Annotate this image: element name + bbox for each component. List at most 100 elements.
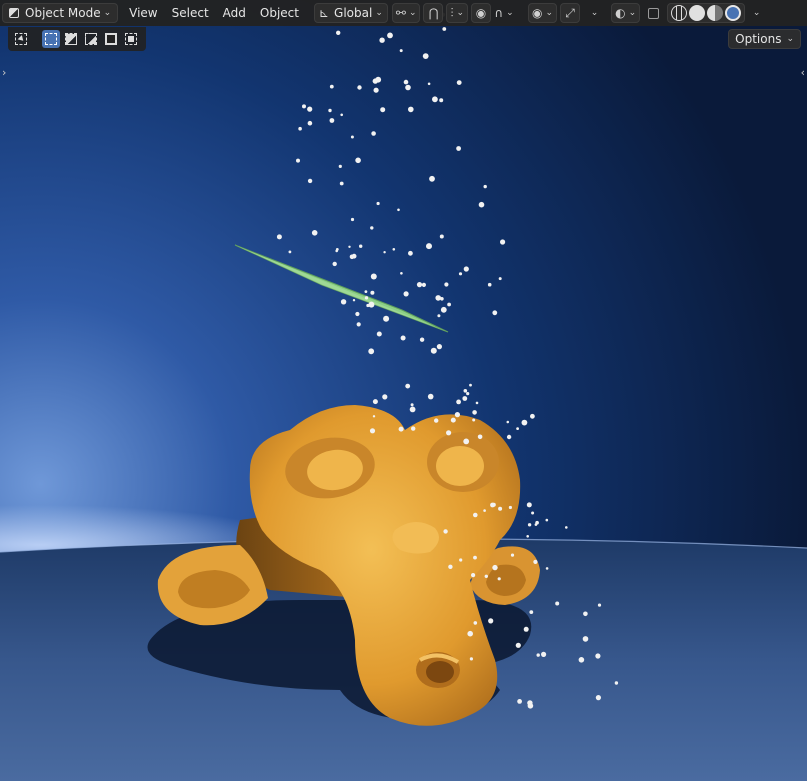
snap-target-button[interactable]: ⫶ ⌄ <box>446 3 469 23</box>
particle <box>366 303 370 308</box>
particle <box>403 291 409 297</box>
particle <box>397 208 400 212</box>
particle <box>541 651 547 658</box>
select-intersect-icon <box>125 33 137 45</box>
particle <box>373 87 379 93</box>
orientation-label: Global <box>334 6 373 20</box>
options-dropdown[interactable]: Options ⌄ <box>728 29 801 49</box>
select-new-button[interactable] <box>42 30 60 48</box>
particle <box>376 331 382 337</box>
particle <box>372 78 378 84</box>
particle <box>456 146 461 151</box>
particle <box>436 344 442 350</box>
menu-object[interactable]: Object <box>253 3 306 23</box>
shading-selector <box>667 3 746 23</box>
particle <box>565 526 568 529</box>
shading-wireframe-icon[interactable] <box>671 5 688 21</box>
shading-solid-icon[interactable] <box>689 5 706 21</box>
sidebar-expand-arrow-icon[interactable]: ‹ <box>801 66 805 79</box>
particle <box>526 502 532 508</box>
particle <box>516 427 519 430</box>
particle <box>469 657 473 661</box>
particle <box>471 573 476 578</box>
particle <box>447 302 451 307</box>
select-extend-button[interactable] <box>62 30 80 48</box>
particle <box>383 315 390 322</box>
gizmo-dropdown[interactable]: ⌄ <box>583 3 603 23</box>
chevron-down-icon: ⌄ <box>590 8 599 18</box>
pivot-icon: ⚯ <box>395 6 406 20</box>
particle <box>497 577 501 581</box>
particle <box>329 84 334 89</box>
particle <box>332 261 337 267</box>
options-label: Options <box>735 32 782 46</box>
particle <box>430 347 437 354</box>
particle <box>371 131 376 136</box>
particle <box>336 30 341 35</box>
particle <box>454 412 460 418</box>
particle <box>372 415 376 418</box>
particle <box>405 383 411 389</box>
particle <box>387 32 393 39</box>
select-intersect-button[interactable] <box>122 30 140 48</box>
menu-view[interactable]: View <box>122 3 164 23</box>
snap-increment-icon: ⫶ <box>450 5 454 20</box>
particle <box>408 250 413 256</box>
visibility-button[interactable]: ◉ ⌄ <box>528 3 558 23</box>
proportional-edit-toggle[interactable]: ◉ <box>471 3 492 23</box>
transform-orientation-selector[interactable]: ⊾ Global ⌄ <box>313 3 388 23</box>
particle <box>545 567 549 570</box>
particle <box>492 310 498 316</box>
overlay-toggle[interactable]: ◐ ⌄ <box>611 3 641 23</box>
select-subtract-button[interactable] <box>82 30 100 48</box>
shading-options-dropdown[interactable]: ⌄ <box>745 3 765 23</box>
particle <box>382 394 388 400</box>
particle <box>329 118 335 123</box>
overlay-icon: ◐ <box>615 6 626 20</box>
particle <box>340 299 347 305</box>
chevron-down-icon: ⌄ <box>408 8 417 18</box>
select-tool-button[interactable] <box>12 30 30 48</box>
particle <box>510 553 515 557</box>
particle <box>419 337 425 342</box>
shading-material-icon[interactable] <box>707 5 724 21</box>
mode-selector[interactable]: Object Mode ⌄ <box>2 3 119 23</box>
particle <box>533 559 538 565</box>
xray-icon <box>647 7 659 19</box>
menu-add[interactable]: Add <box>216 3 253 23</box>
particle <box>466 392 470 396</box>
pivot-point-button[interactable]: ⚯ ⌄ <box>391 3 421 23</box>
particle <box>437 314 441 318</box>
visibility-icon: ◉ <box>532 6 543 20</box>
viewport-canvas[interactable] <box>0 0 807 781</box>
shading-rendered-icon[interactable] <box>725 5 742 21</box>
particle <box>477 434 483 440</box>
particle <box>416 282 423 288</box>
particle <box>595 695 602 701</box>
falloff-button[interactable]: ∩ ⌄ <box>494 3 514 23</box>
particle <box>491 502 496 507</box>
particle <box>483 184 487 189</box>
particle <box>368 348 375 355</box>
mode-label: Object Mode <box>25 6 101 20</box>
particle <box>335 249 339 253</box>
select-invert-icon <box>105 33 117 45</box>
particle <box>444 282 449 287</box>
particle <box>535 520 539 525</box>
toolbar-expand-arrow-icon[interactable]: › <box>2 66 6 79</box>
menu-select[interactable]: Select <box>165 3 216 23</box>
gizmo-toggle[interactable]: ⤢ <box>560 3 581 23</box>
particle <box>531 511 535 515</box>
particle <box>338 164 342 168</box>
particle <box>339 181 344 186</box>
snap-toggle[interactable]: ⋂ <box>423 3 444 23</box>
particle <box>484 574 488 578</box>
particle <box>276 234 282 240</box>
particle <box>349 254 355 260</box>
select-invert-button[interactable] <box>102 30 120 48</box>
particle <box>392 248 396 251</box>
particle <box>440 306 447 313</box>
particle <box>298 126 302 131</box>
particle <box>421 282 426 287</box>
xray-toggle[interactable] <box>643 3 663 23</box>
